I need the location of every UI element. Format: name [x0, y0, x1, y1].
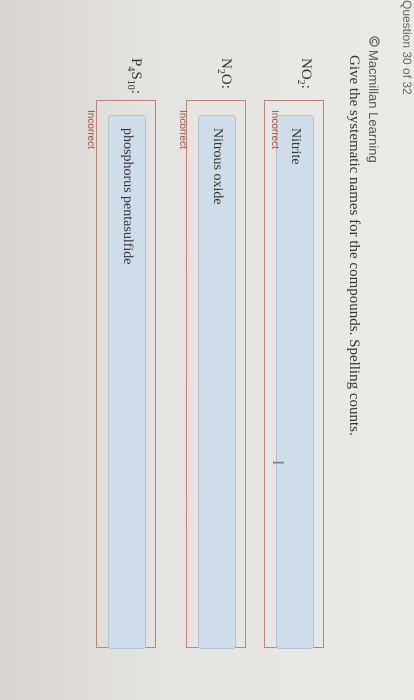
formula-label-1: NO2: — [295, 58, 314, 89]
status-incorrect-2: Incorrect — [177, 110, 188, 149]
answer-input-3[interactable]: phosphorus pentasulfide — [108, 115, 146, 649]
formula-label-2: N2O: — [215, 58, 234, 89]
rotated-question-sheet: Question 30 of 32 Macmillan Learning Giv… — [0, 0, 414, 700]
screen: Question 30 of 32 Macmillan Learning Giv… — [0, 0, 414, 700]
question-counter: Question 30 of 32 — [400, 0, 414, 95]
instructions-text: Give the systematic names for the compou… — [346, 55, 362, 436]
text-cursor-icon: I — [269, 460, 286, 466]
formula-label-3: P4S10: — [125, 58, 144, 94]
answer-input-2[interactable]: Nitrous oxide — [198, 115, 236, 649]
brand-name: Macmillan Learning — [366, 50, 381, 163]
status-incorrect-3: Incorrect — [85, 110, 96, 149]
status-incorrect-1: Incorrect — [269, 110, 280, 149]
copyright-circle-icon — [366, 36, 381, 47]
brand-header: Macmillan Learning — [366, 36, 381, 163]
answer-input-1[interactable]: Nitrite — [276, 115, 314, 649]
